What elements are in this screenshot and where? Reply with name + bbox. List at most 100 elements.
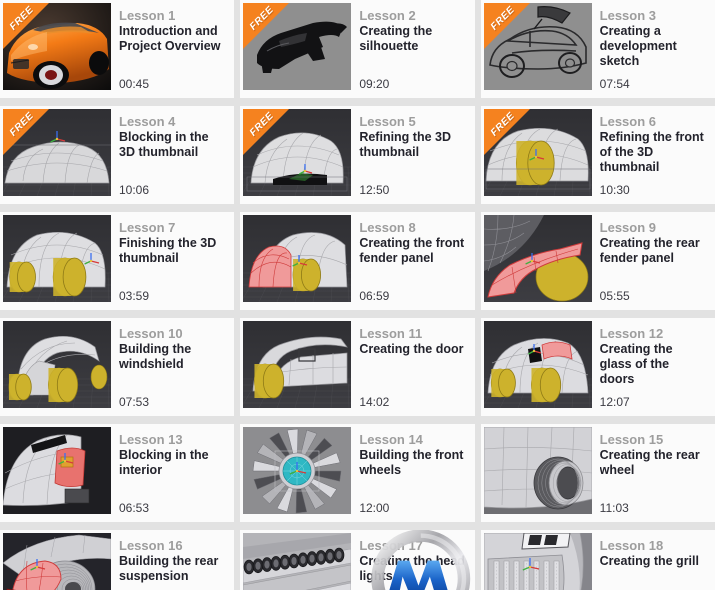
- lesson-card-2[interactable]: FREE Lesson 2 Creating the silhouette 09…: [240, 0, 475, 98]
- lesson-info: Lesson 9 Creating the rear fender panel …: [592, 215, 712, 307]
- lesson-thumbnail[interactable]: [243, 533, 352, 590]
- thumbnail-artwork: [243, 321, 352, 408]
- thumbnail-artwork: [243, 533, 352, 590]
- lesson-thumbnail[interactable]: [243, 321, 352, 408]
- thumbnail-artwork: [3, 533, 111, 590]
- lesson-card-14[interactable]: Lesson 14 Building the front wheels 12:0…: [240, 424, 475, 522]
- lesson-title: Creating the grill: [599, 554, 699, 568]
- lesson-duration: 12:07: [599, 395, 630, 409]
- lesson-card-5[interactable]: FREE Lesson 5 Refining the 3D thumbnail …: [240, 106, 475, 204]
- lesson-duration: 14:02: [359, 395, 390, 409]
- lesson-number: Lesson 8: [359, 220, 416, 235]
- lesson-title: Creating the head lights: [359, 554, 465, 583]
- lesson-info: Lesson 11 Creating the door 14:02: [351, 321, 471, 413]
- lesson-info: Lesson 13 Blocking in the interior 06:53: [111, 427, 231, 519]
- lesson-card-8[interactable]: Lesson 8 Creating the front fender panel…: [240, 212, 475, 310]
- lesson-info: Lesson 5 Refining the 3D thumbnail 12:50: [351, 109, 471, 201]
- lesson-number: Lesson 2: [359, 8, 416, 23]
- lesson-duration: 12:50: [359, 183, 390, 197]
- thumbnail-artwork: [3, 3, 111, 90]
- lesson-thumbnail[interactable]: [483, 427, 592, 514]
- lesson-card-1[interactable]: FREE Lesson 1 Introduction and Project O…: [0, 0, 235, 98]
- thumbnail-artwork: [483, 3, 592, 90]
- lesson-card-12[interactable]: Lesson 12 Creating the glass of the door…: [480, 318, 715, 416]
- lesson-number: Lesson 3: [599, 8, 657, 23]
- lesson-title: Creating the door: [359, 342, 464, 356]
- lesson-duration: 07:53: [119, 395, 150, 409]
- lesson-thumbnail[interactable]: [3, 427, 111, 514]
- lesson-number: Lesson 6: [599, 114, 657, 129]
- lesson-title: Creating the rear fender panel: [599, 236, 700, 265]
- lesson-duration: 09:20: [359, 77, 390, 91]
- lesson-number: Lesson 7: [119, 220, 176, 235]
- lesson-info: Lesson 14 Building the front wheels 12:0…: [351, 427, 471, 519]
- lesson-number: Lesson 10: [119, 326, 183, 341]
- lesson-number: Lesson 15: [599, 432, 664, 447]
- lesson-card-18[interactable]: Lesson 18 Creating the grill 08:55: [480, 530, 715, 590]
- lesson-number: Lesson 12: [599, 326, 664, 341]
- lesson-duration: 07:54: [599, 77, 630, 91]
- lesson-title: Building the rear suspension: [119, 554, 219, 583]
- lesson-number: Lesson 4: [119, 114, 176, 129]
- lesson-duration: 05:55: [599, 289, 630, 303]
- lesson-card-11[interactable]: Lesson 11 Creating the door 14:02: [240, 318, 475, 416]
- lesson-card-7[interactable]: Lesson 7 Finishing the 3D thumbnail 03:5…: [0, 212, 235, 310]
- lesson-grid: FREE Lesson 1 Introduction and Project O…: [0, 0, 715, 590]
- lesson-number: Lesson 5: [359, 114, 416, 129]
- thumbnail-artwork: [483, 321, 592, 408]
- lesson-title: Building the windshield: [119, 342, 192, 371]
- lesson-thumbnail[interactable]: [3, 215, 111, 302]
- lesson-title: Creating the glass of the doors: [599, 342, 673, 386]
- lesson-card-15[interactable]: Lesson 15 Creating the rear wheel 11:03: [480, 424, 715, 522]
- lesson-card-16[interactable]: Lesson 16 Building the rear suspension 1…: [0, 530, 235, 590]
- lesson-thumbnail[interactable]: [483, 533, 592, 590]
- lesson-thumbnail[interactable]: FREE: [483, 109, 592, 196]
- lesson-title: Blocking in the 3D thumbnail: [119, 130, 209, 159]
- lesson-title: Creating the front fender panel: [359, 236, 465, 265]
- lesson-thumbnail[interactable]: [243, 427, 352, 514]
- lesson-duration: 11:03: [599, 501, 629, 515]
- lesson-info: Lesson 16 Building the rear suspension 1…: [111, 533, 231, 590]
- lesson-title: Building the front wheels: [359, 448, 464, 477]
- lesson-info: Lesson 2 Creating the silhouette 09:20: [351, 3, 471, 95]
- lesson-number: Lesson 9: [599, 220, 657, 235]
- lesson-number: Lesson 1: [119, 8, 176, 23]
- thumbnail-artwork: [3, 427, 111, 514]
- lesson-card-6[interactable]: FREE Lesson 6 Refining the front of the …: [480, 106, 715, 204]
- lesson-card-4[interactable]: FREE Lesson 4 Blocking in the 3D thumbna…: [0, 106, 235, 204]
- lesson-thumbnail[interactable]: [483, 321, 592, 408]
- lesson-title: Blocking in the interior: [119, 448, 209, 477]
- lesson-info: Lesson 6 Refining the front of the 3D th…: [592, 109, 712, 201]
- lesson-thumbnail[interactable]: FREE: [243, 3, 352, 90]
- lesson-card-17[interactable]: Lesson 17 Creating the head lights 12:48: [240, 530, 475, 590]
- lesson-duration: 03:59: [119, 289, 150, 303]
- thumbnail-artwork: [243, 3, 352, 90]
- lesson-number: Lesson 13: [119, 432, 183, 447]
- lesson-thumbnail[interactable]: FREE: [3, 3, 111, 90]
- lesson-number: Lesson 17: [359, 538, 423, 553]
- lesson-duration: 12:00: [359, 501, 390, 515]
- lesson-thumbnail[interactable]: FREE: [243, 109, 352, 196]
- lesson-duration: 10:06: [119, 183, 150, 197]
- lesson-thumbnail[interactable]: [243, 215, 352, 302]
- lesson-card-13[interactable]: Lesson 13 Blocking in the interior 06:53: [0, 424, 235, 522]
- lesson-info: Lesson 10 Building the windshield 07:53: [111, 321, 231, 413]
- lesson-number: Lesson 14: [359, 432, 423, 447]
- lesson-card-9[interactable]: Lesson 9 Creating the rear fender panel …: [480, 212, 715, 310]
- lesson-card-10[interactable]: Lesson 10 Building the windshield 07:53: [0, 318, 235, 416]
- lesson-thumbnail[interactable]: [3, 533, 111, 590]
- lesson-info: Lesson 15 Creating the rear wheel 11:03: [592, 427, 712, 519]
- lesson-thumbnail[interactable]: FREE: [3, 109, 111, 196]
- lesson-title: Creating the silhouette: [359, 24, 433, 53]
- lesson-title: Refining the front of the 3D thumbnail: [599, 130, 704, 174]
- lesson-info: Lesson 1 Introduction and Project Overvi…: [111, 3, 231, 95]
- thumbnail-artwork: [483, 427, 592, 514]
- lesson-thumbnail[interactable]: [483, 215, 592, 302]
- lesson-card-3[interactable]: FREE Lesson 3 Creating a development ske…: [480, 0, 715, 98]
- lesson-thumbnail[interactable]: FREE: [483, 3, 592, 90]
- thumbnail-artwork: [243, 427, 352, 514]
- lesson-thumbnail[interactable]: [3, 321, 111, 408]
- lesson-duration: 00:45: [119, 77, 150, 91]
- thumbnail-artwork: [483, 533, 592, 590]
- thumbnail-artwork: [483, 109, 592, 196]
